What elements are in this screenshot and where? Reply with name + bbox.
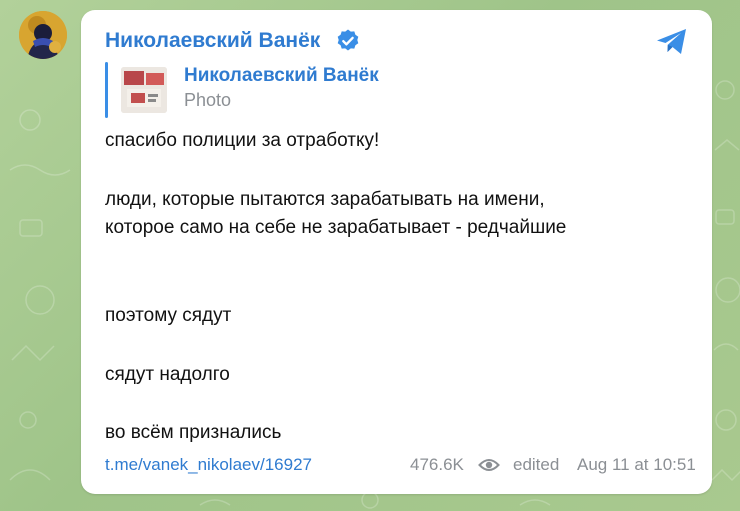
verified-badge-icon bbox=[337, 29, 359, 51]
photo-thumbnail-image bbox=[121, 67, 167, 113]
message-line: которое само на себе не зарабатывает - р… bbox=[105, 217, 567, 238]
channel-name[interactable]: Николаевский Ванёк bbox=[105, 29, 320, 53]
eye-icon bbox=[478, 459, 500, 471]
message-line: спасибо полиции за отработку! bbox=[105, 130, 380, 151]
reply-author: Николаевский Ванёк bbox=[184, 65, 379, 86]
message-line: сядут надолго bbox=[105, 364, 230, 385]
message-line: поэтому сядут bbox=[105, 305, 232, 326]
avatar-image bbox=[19, 11, 67, 59]
reply-photo-thumbnail bbox=[121, 67, 167, 113]
reply-preview[interactable]: Николаевский Ванёк Photo bbox=[105, 62, 425, 118]
edited-label: edited bbox=[513, 455, 560, 474]
reply-accent-bar bbox=[105, 62, 108, 118]
message-line: во всём признались bbox=[105, 422, 282, 443]
post-link[interactable]: t.me/vanek_nikolaev/16927 bbox=[105, 455, 312, 475]
post-timestamp: Aug 11 at 10:51 bbox=[577, 455, 696, 474]
reply-media-type: Photo bbox=[184, 90, 232, 110]
telegram-share-icon[interactable] bbox=[655, 27, 689, 57]
channel-avatar[interactable] bbox=[19, 11, 67, 59]
view-count: 476.6K bbox=[410, 455, 464, 474]
channel-post: Николаевский Ванёк Николаевский Ванёк Ph… bbox=[81, 10, 712, 494]
post-footer: t.me/vanek_nikolaev/16927 476.6K edited … bbox=[105, 455, 696, 479]
message-line: люди, которые пытаются зарабатывать на и… bbox=[105, 189, 545, 210]
